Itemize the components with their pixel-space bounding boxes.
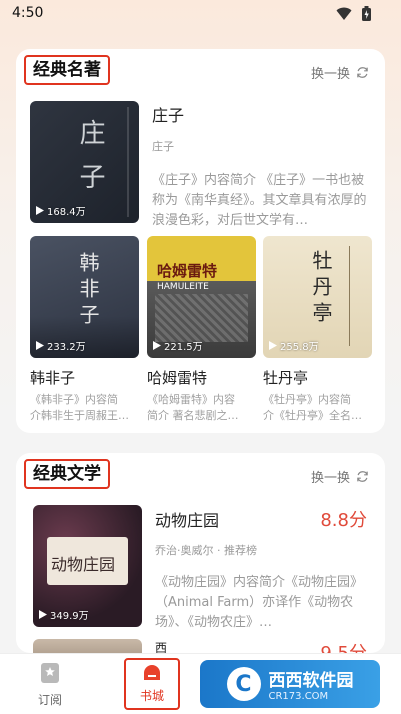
play-icon (36, 341, 44, 350)
classic-literature-card: 经典文学 换一换 动物庄园 349.9万 动物庄园 8.8分 乔治·奥威尔 · … (16, 453, 385, 653)
refresh-button-literature[interactable]: 换一换 (311, 467, 369, 486)
refresh-label: 换一换 (310, 471, 350, 486)
play-icon (153, 341, 161, 350)
book-name[interactable]: 哈姆雷特 (147, 367, 207, 388)
view-count: 349.9万 (39, 607, 89, 622)
cover-subtitle: HAMULEITE (157, 282, 209, 292)
book-name[interactable]: 动物庄园 (155, 507, 219, 531)
book-score: 9.5分 (320, 639, 367, 653)
book-cover-hamlet[interactable]: 哈姆雷特 HAMULEITE 221.5万 (147, 236, 256, 358)
view-count: 168.4万 (36, 203, 86, 218)
view-count: 221.5万 (153, 338, 203, 353)
refresh-label: 换一换 (310, 67, 350, 82)
book-name[interactable]: 韩非子 (30, 367, 75, 388)
book-description: 《牡丹亭》内容简 介《牡丹亭》全名… (263, 393, 362, 422)
watermark-text: 西西软件园 (268, 671, 354, 691)
status-icons (336, 6, 371, 21)
book-description: 《韩非子》内容简 介韩非生于周赧王… (30, 393, 129, 422)
nav-item-subscribe[interactable]: 订阅 (20, 662, 80, 708)
book-score: 8.8分 (320, 510, 367, 531)
book-cover-hanfeizi[interactable]: 韩非子 233.2万 (30, 236, 139, 358)
view-count: 233.2万 (36, 338, 86, 353)
cover-title: 动物庄园 (51, 555, 116, 574)
cover-title: 哈姆雷特 (157, 262, 218, 280)
book-cover-mudanting[interactable]: 牡丹亭 255.8万 (263, 236, 372, 358)
bookmark-icon (41, 663, 59, 683)
watermark-subtext: CR173.COM (268, 691, 329, 702)
watermark-logo: C 西西软件园 CR173.COM (200, 660, 380, 708)
book-cover-zhuangzi[interactable]: 庄子 168.4万 (30, 101, 139, 223)
view-count: 255.8万 (269, 338, 319, 353)
bookstore-icon (144, 665, 160, 680)
refresh-icon (357, 471, 368, 482)
play-icon (269, 341, 277, 350)
section-title-literature: 经典文学 (24, 459, 110, 489)
status-time: 4:50 (12, 5, 44, 21)
book-cover-next[interactable] (33, 639, 142, 653)
book-author: 庄子 (152, 140, 174, 153)
book-name[interactable]: 庄子 (152, 102, 184, 126)
book-name[interactable]: 牡丹亭 (263, 367, 308, 388)
refresh-icon (357, 67, 368, 78)
cover-title: 庄子 (75, 119, 105, 207)
nav-item-bookstore[interactable]: 书城 (124, 658, 180, 710)
book-author: 乔治·奥威尔 · 推荐榜 (155, 544, 257, 557)
book-description: 《哈姆雷特》内容 简介 著名悲剧之… (147, 393, 239, 422)
nav-label: 书城 (139, 689, 164, 703)
status-bar: 4:50 (0, 0, 401, 28)
play-icon (36, 206, 44, 215)
refresh-button-classics[interactable]: 换一换 (311, 63, 369, 82)
book-description: 《庄子》内容简介 《庄子》一书也被称为《南华真经》。其文章具有浓厚的浪漫色彩，对… (152, 173, 367, 228)
section-title-classics: 经典名著 (24, 55, 110, 85)
book-cover-animal-farm[interactable]: 动物庄园 349.9万 (33, 505, 142, 627)
watermark-icon: C (226, 667, 261, 701)
play-icon (39, 610, 47, 619)
nav-label: 订阅 (37, 693, 62, 707)
classic-works-card: 经典名著 换一换 庄子 168.4万 庄子 庄子 《庄子》内容简介 《庄子》一书… (16, 49, 385, 433)
book-name[interactable]: 西 (155, 639, 167, 653)
book-description: 《动物庄园》内容简介《动物庄园》（Animal Farm）亦译作《动物农场》、《… (155, 575, 364, 630)
cover-title: 牡丹亭 (309, 250, 333, 328)
wifi-icon (336, 7, 352, 20)
battery-icon (362, 6, 371, 21)
